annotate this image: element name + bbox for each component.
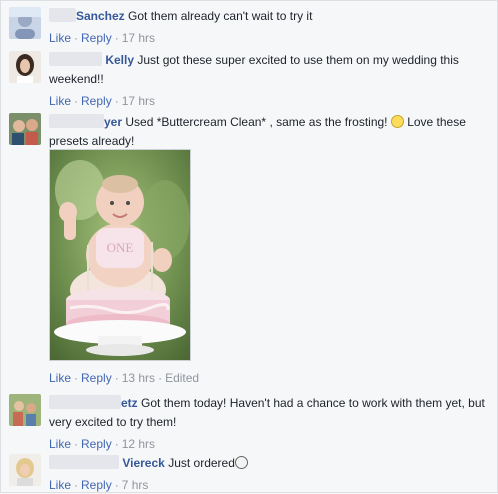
author-name[interactable]: Sanchez xyxy=(76,9,125,23)
like-link[interactable]: Like xyxy=(49,31,71,45)
comment-text: Just ordered xyxy=(168,456,235,470)
timestamp[interactable]: 17 hrs xyxy=(122,31,155,45)
comment: Kelly Just got these super excited to us… xyxy=(9,51,489,109)
reply-link[interactable]: Reply xyxy=(81,31,112,45)
redacted-name xyxy=(49,114,104,128)
redacted-name xyxy=(49,455,119,469)
reply-link[interactable]: Reply xyxy=(81,94,112,108)
comment: etz Got them today! Haven't had a chance… xyxy=(9,394,489,451)
reply-link[interactable]: Reply xyxy=(81,437,112,451)
edited-label[interactable]: Edited xyxy=(165,371,199,385)
timestamp[interactable]: 7 hrs xyxy=(122,478,149,492)
comment-text: Got them already can't wait to try it xyxy=(128,9,313,23)
comment-actions: Like · Reply · 17 hrs xyxy=(49,94,156,108)
like-link[interactable]: Like xyxy=(49,478,71,492)
redacted-name xyxy=(49,395,121,409)
svg-text:ONE: ONE xyxy=(107,240,134,255)
avatar[interactable] xyxy=(9,51,41,83)
attached-photo[interactable]: ONE xyxy=(49,149,191,361)
redacted-name xyxy=(49,52,102,66)
comment-actions: Like · Reply · 12 hrs xyxy=(49,437,156,451)
comment: Sanchez Got them already can't wait to t… xyxy=(9,7,489,47)
timestamp[interactable]: 12 hrs xyxy=(122,437,155,451)
avatar[interactable] xyxy=(9,113,41,145)
comment-actions: Like · Reply · 7 hrs xyxy=(49,478,149,492)
redacted-name xyxy=(49,8,76,22)
comment: yer Used *Buttercream Clean* , same as t… xyxy=(9,113,489,389)
comment-actions: Like · Reply · 13 hrs · Edited xyxy=(49,371,200,385)
grinning-emoji-icon xyxy=(234,456,248,469)
comment-actions: Like · Reply · 17 hrs xyxy=(49,31,156,45)
author-name[interactable]: yer xyxy=(104,115,122,129)
smiley-emoji-icon xyxy=(390,115,404,128)
author-name[interactable]: etz xyxy=(121,396,138,410)
avatar[interactable] xyxy=(9,7,41,39)
timestamp[interactable]: 17 hrs xyxy=(122,94,155,108)
author-name[interactable]: Viereck xyxy=(122,456,165,470)
avatar[interactable] xyxy=(9,454,41,486)
comment: Viereck Just ordered Like · Reply · 7 hrs xyxy=(9,454,489,492)
reply-link[interactable]: Reply xyxy=(81,371,112,385)
like-link[interactable]: Like xyxy=(49,94,71,108)
timestamp[interactable]: 13 hrs xyxy=(122,371,155,385)
author-name[interactable]: Kelly xyxy=(105,53,134,67)
comment-text: Used *Buttercream Clean* , same as the f… xyxy=(125,115,388,129)
avatar[interactable] xyxy=(9,394,41,426)
comment-thread: Sanchez Got them already can't wait to t… xyxy=(0,0,498,493)
reply-link[interactable]: Reply xyxy=(81,478,112,492)
like-link[interactable]: Like xyxy=(49,371,71,385)
like-link[interactable]: Like xyxy=(49,437,71,451)
